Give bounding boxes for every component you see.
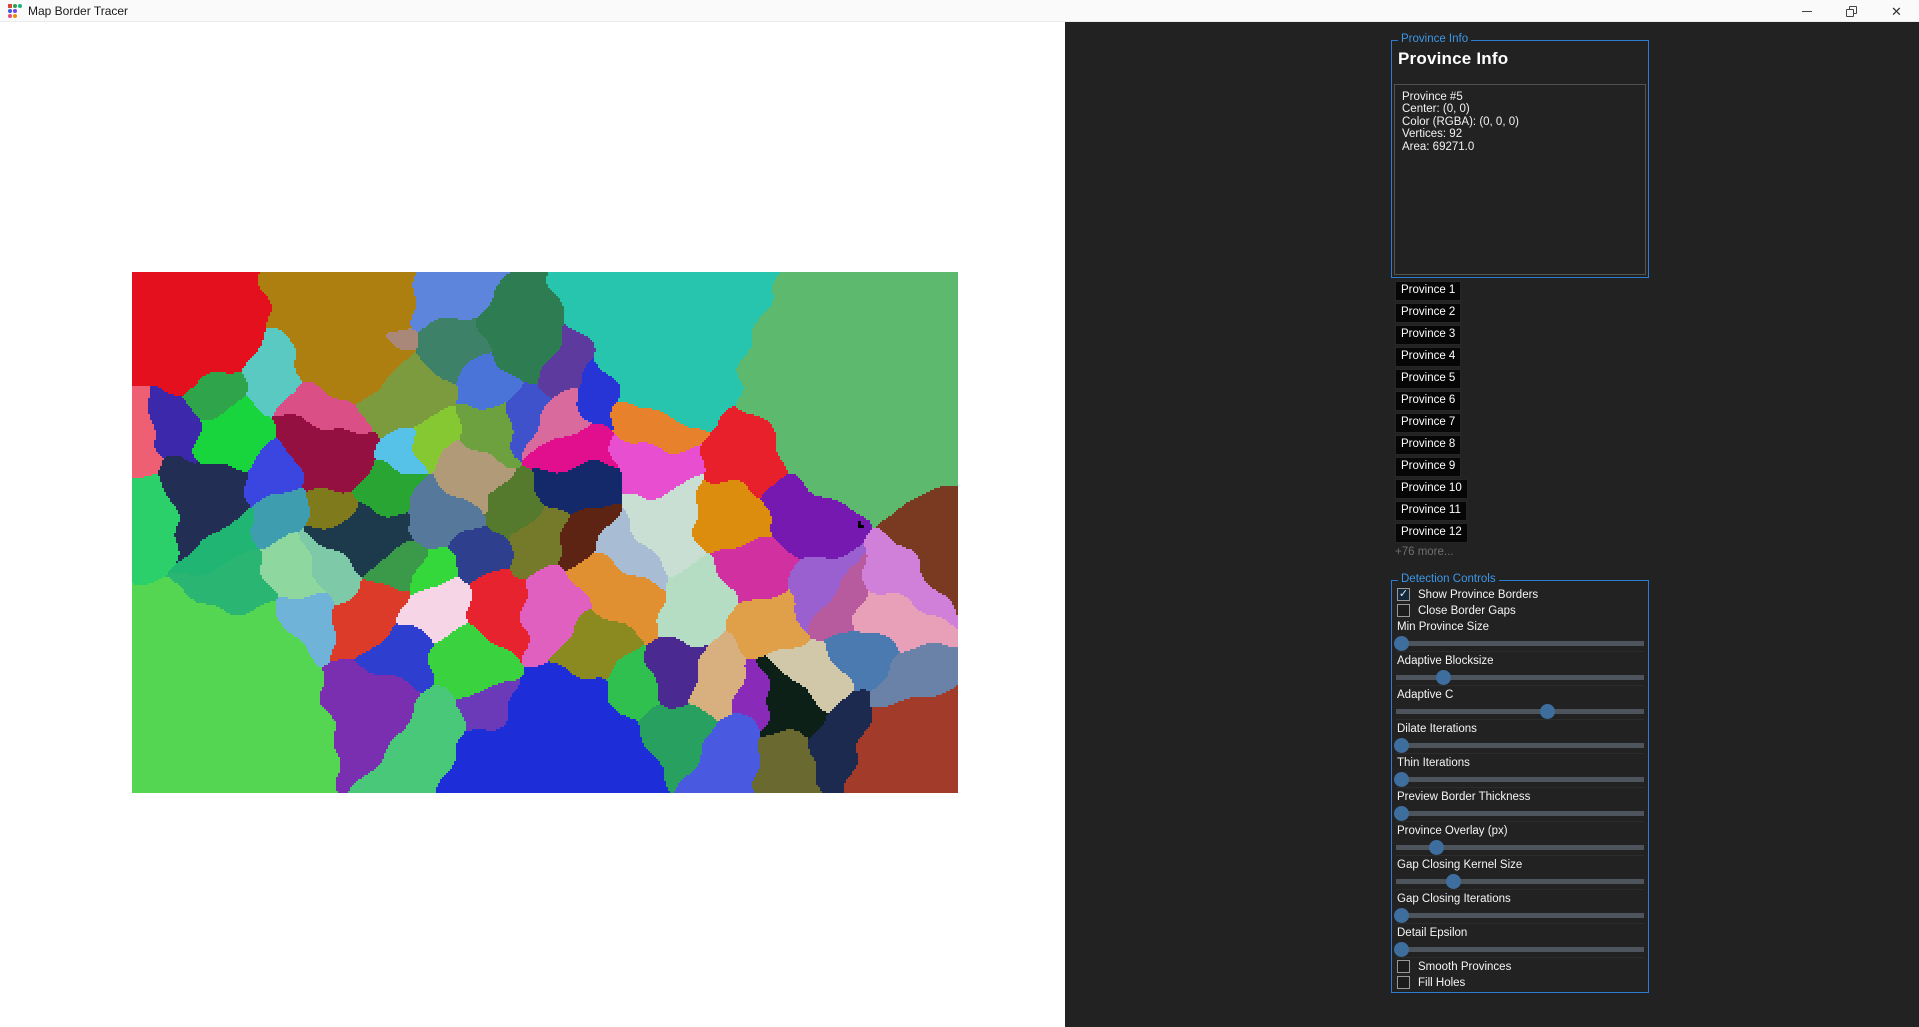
info-line: Province #5	[1402, 91, 1638, 103]
slider-handle[interactable]	[1394, 806, 1409, 821]
slider-track[interactable]	[1396, 641, 1644, 646]
slider-track[interactable]	[1396, 675, 1644, 680]
slider-control: Preview Border Thickness	[1396, 790, 1644, 822]
slider-control: Province Overlay (px)	[1396, 824, 1644, 856]
province-button[interactable]: Province 12	[1395, 523, 1468, 543]
province-button[interactable]: Province 7	[1395, 413, 1461, 433]
slider-control: Gap Closing Kernel Size	[1396, 858, 1644, 890]
checkbox-label: Fill Holes	[1418, 977, 1465, 989]
province-button[interactable]: Province 10	[1395, 479, 1468, 499]
slider-label: Gap Closing Iterations	[1397, 892, 1644, 906]
more-provinces-label: +76 more...	[1395, 546, 1468, 558]
slider-handle[interactable]	[1394, 908, 1409, 923]
slider[interactable]	[1396, 737, 1644, 753]
checkbox-label: Close Border Gaps	[1418, 605, 1516, 617]
slider-label: Adaptive C	[1397, 688, 1644, 702]
province-button[interactable]: Province 1	[1395, 281, 1461, 301]
slider-label: Province Overlay (px)	[1397, 824, 1644, 838]
slider-control: Adaptive Blocksize	[1396, 654, 1644, 686]
slider-control: Gap Closing Iterations	[1396, 892, 1644, 924]
slider-control: Detail Epsilon	[1396, 926, 1644, 958]
slider-label: Thin Iterations	[1397, 756, 1644, 770]
checkbox-row: Fill Holes	[1397, 975, 1644, 990]
slider-label: Min Province Size	[1397, 620, 1644, 634]
info-line: Center: (0, 0)	[1402, 103, 1638, 115]
slider-handle[interactable]	[1436, 670, 1451, 685]
check-icon: ✓	[1399, 589, 1408, 600]
slider-label: Gap Closing Kernel Size	[1397, 858, 1644, 872]
slider-control: Dilate Iterations	[1396, 722, 1644, 754]
checkbox-unchecked[interactable]	[1397, 604, 1410, 617]
slider-label: Preview Border Thickness	[1397, 790, 1644, 804]
slider-track[interactable]	[1396, 913, 1644, 918]
checkbox-label: Smooth Provinces	[1418, 961, 1511, 973]
province-button[interactable]: Province 2	[1395, 303, 1461, 323]
window-controls: ✕	[1784, 0, 1919, 22]
checkbox-row: Close Border Gaps	[1397, 603, 1644, 618]
slider-label: Dilate Iterations	[1397, 722, 1644, 736]
slider-track[interactable]	[1396, 811, 1644, 816]
restore-icon[interactable]	[1829, 0, 1874, 22]
app-icon	[8, 4, 22, 18]
province-info-groupbox: Province Info Province Info Province #5C…	[1391, 40, 1649, 278]
slider[interactable]	[1396, 771, 1644, 787]
info-line: Color (RGBA): (0, 0, 0)	[1402, 116, 1638, 128]
slider-label: Detail Epsilon	[1397, 926, 1644, 940]
checkbox-unchecked[interactable]	[1397, 976, 1410, 989]
slider-handle[interactable]	[1394, 636, 1409, 651]
province-info-box: Province #5Center: (0, 0)Color (RGBA): (…	[1394, 84, 1646, 275]
slider-handle[interactable]	[1394, 772, 1409, 787]
slider[interactable]	[1396, 941, 1644, 957]
province-button[interactable]: Province 4	[1395, 347, 1461, 367]
province-button[interactable]: Province 9	[1395, 457, 1461, 477]
title-bar: Map Border Tracer ✕	[0, 0, 1919, 22]
province-button[interactable]: Province 11	[1395, 501, 1467, 521]
side-panel: Province Info Province Info Province #5C…	[1065, 22, 1919, 1027]
checkbox-checked[interactable]: ✓	[1397, 588, 1410, 601]
slider[interactable]	[1396, 805, 1644, 821]
province-map-image[interactable]	[132, 272, 958, 793]
slider-track[interactable]	[1396, 709, 1644, 714]
slider[interactable]	[1396, 669, 1644, 685]
checkbox-row: ✓ Show Province Borders	[1397, 587, 1644, 602]
slider-handle[interactable]	[1429, 840, 1444, 855]
slider-handle[interactable]	[1394, 738, 1409, 753]
slider-control: Min Province Size	[1396, 620, 1644, 652]
slider-track[interactable]	[1396, 879, 1644, 884]
minimize-icon[interactable]	[1784, 0, 1829, 22]
province-button[interactable]: Province 6	[1395, 391, 1461, 411]
slider[interactable]	[1396, 703, 1644, 719]
detection-controls-groupbox: Detection Controls ✓Show Province Border…	[1391, 580, 1649, 993]
checkbox-label: Show Province Borders	[1418, 589, 1538, 601]
slider-handle[interactable]	[1446, 874, 1461, 889]
checkbox-unchecked[interactable]	[1397, 960, 1410, 973]
detection-controls-body: ✓ Show Province Borders Close Border Gaps M…	[1392, 581, 1648, 992]
province-list: Province 1Province 2Province 3Province 4…	[1395, 281, 1468, 558]
slider[interactable]	[1396, 873, 1644, 889]
map-viewport[interactable]	[0, 22, 1065, 1027]
slider-handle[interactable]	[1394, 942, 1409, 957]
slider-handle[interactable]	[1540, 704, 1555, 719]
checkbox-row: Smooth Provinces	[1397, 959, 1644, 974]
province-button[interactable]: Province 8	[1395, 435, 1461, 455]
slider[interactable]	[1396, 635, 1644, 651]
window-title: Map Border Tracer	[28, 4, 128, 18]
slider-track[interactable]	[1396, 743, 1644, 748]
slider-control: Adaptive C	[1396, 688, 1644, 720]
close-icon[interactable]: ✕	[1874, 0, 1919, 22]
province-info-heading: Province Info	[1392, 41, 1648, 76]
slider[interactable]	[1396, 839, 1644, 855]
slider-control: Thin Iterations	[1396, 756, 1644, 788]
province-button[interactable]: Province 3	[1395, 325, 1461, 345]
slider-label: Adaptive Blocksize	[1397, 654, 1644, 668]
info-line: Vertices: 92	[1402, 128, 1638, 140]
slider-track[interactable]	[1396, 947, 1644, 952]
checkbox-row: Show Edge Preview	[1397, 991, 1644, 992]
slider[interactable]	[1396, 907, 1644, 923]
groupbox-label: Province Info	[1398, 33, 1471, 45]
info-line: Area: 69271.0	[1402, 141, 1638, 153]
slider-track[interactable]	[1396, 777, 1644, 782]
province-button[interactable]: Province 5	[1395, 369, 1461, 389]
